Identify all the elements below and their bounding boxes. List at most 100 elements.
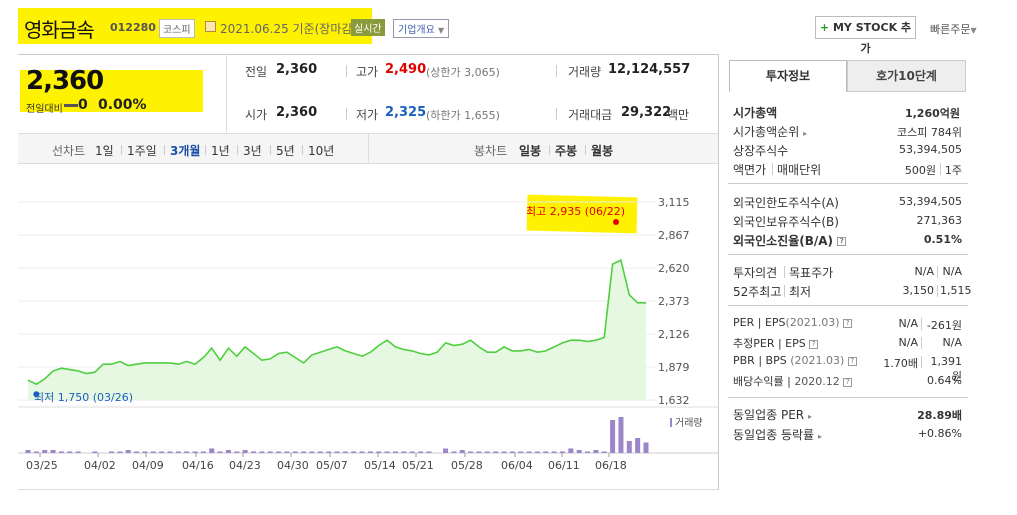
volume-bar — [376, 451, 382, 453]
foreign-limit-label: 외국인한도주식수(A) — [733, 196, 839, 210]
volume-bar — [576, 450, 582, 453]
flat-icon — [64, 104, 78, 107]
est-eps-label: EPS — [785, 337, 806, 350]
period-3[interactable]: 1년 — [211, 142, 230, 159]
foreign-hold-value: 271,363 — [916, 214, 963, 227]
x-tick-label: 04/30 — [277, 459, 309, 472]
divider — [270, 145, 271, 155]
pbr-label-row: PBR | BPS (2021.03) ? — [733, 354, 857, 367]
volume-bar — [601, 451, 607, 453]
market-cap-label: 시가총액 — [733, 106, 778, 120]
period-2[interactable]: 3개월 — [170, 142, 200, 159]
volume-bar — [476, 451, 482, 453]
trade-unit-value: 1주 — [944, 164, 962, 177]
realtime-button[interactable]: 실시간 — [351, 19, 385, 36]
pbr-label: PBR — [733, 354, 755, 367]
volume-bar — [267, 451, 273, 453]
divider — [921, 337, 922, 349]
volume-bar — [134, 451, 140, 453]
volume-bar — [384, 451, 390, 453]
price-tick-label: 2,126 — [658, 328, 690, 341]
foreign-ratio-text: 외국인소진율(B/A) — [733, 234, 834, 248]
x-tick-label: 06/11 — [548, 459, 580, 472]
volume-bar — [626, 441, 632, 453]
tab-invest-info[interactable]: 투자정보 — [729, 60, 847, 92]
x-tick-label: 06/18 — [595, 459, 627, 472]
volume-bar — [610, 420, 616, 453]
volume-bar — [451, 451, 457, 453]
tab-orderbook[interactable]: 호가10단계 — [847, 60, 966, 92]
volume-bar — [468, 451, 474, 453]
period-1[interactable]: 1주일 — [127, 142, 157, 159]
volume-label: 거래량 — [568, 65, 602, 79]
w52-high-value: 3,150 — [902, 284, 935, 297]
volume-bar — [250, 451, 256, 453]
est-per-label: 추정PER — [733, 337, 775, 350]
market-cap-value: 1,260억원 — [904, 107, 960, 120]
chevron-down-icon: ▼ — [970, 26, 977, 35]
x-tick-label: 04/09 — [132, 459, 164, 472]
volume-bar — [568, 448, 574, 453]
volume-bar — [125, 450, 131, 453]
help-icon[interactable]: ? — [809, 339, 819, 349]
divider — [368, 134, 369, 164]
lower-limit: (하한가 1,655) — [426, 109, 500, 122]
candle-0[interactable]: 일봉 — [519, 142, 541, 159]
period-6[interactable]: 10년 — [308, 142, 334, 159]
divider — [164, 145, 165, 155]
volume-bar — [309, 451, 315, 453]
volume-bar — [334, 451, 340, 453]
sector-chg-value: +0.86% — [917, 427, 962, 440]
volume-bar — [526, 451, 532, 453]
quick-order-dropdown[interactable]: 빠른주문▼ — [930, 21, 977, 37]
amount-unit: 백만 — [667, 108, 690, 122]
x-tick-label: 05/07 — [316, 459, 348, 472]
prev-label: 전일 — [245, 65, 268, 79]
period-5[interactable]: 5년 — [276, 142, 295, 159]
volume-bar — [618, 417, 624, 453]
divider — [940, 163, 941, 175]
period-0[interactable]: 1일 — [95, 142, 114, 159]
divider — [346, 65, 347, 77]
volume-bar — [33, 451, 39, 453]
sector-per-label: 동일업종 PER — [733, 408, 805, 422]
volume-bar — [209, 448, 215, 453]
market-cap-rank-value: 코스피 784위 — [897, 126, 962, 139]
volume-bar — [276, 451, 282, 453]
sector-chg-link[interactable]: 동일업종 등락률 ▸ — [733, 426, 822, 443]
help-icon[interactable]: ? — [843, 377, 853, 387]
candle-2[interactable]: 월봉 — [591, 142, 613, 159]
divider — [556, 65, 557, 77]
price-tick-label: 1,879 — [658, 361, 690, 374]
est-per-value: N/A — [898, 336, 918, 349]
help-icon[interactable]: ? — [847, 356, 857, 366]
divider — [718, 54, 719, 490]
help-icon[interactable]: ? — [843, 318, 853, 328]
period-4[interactable]: 3년 — [243, 142, 262, 159]
volume-value: 12,124,557 — [608, 62, 691, 77]
x-tick-label: 05/21 — [402, 459, 434, 472]
divider — [784, 285, 785, 297]
company-overview-dropdown[interactable]: 기업개요 ▼ — [393, 19, 450, 38]
pbr-value: 1.70배 — [883, 357, 918, 370]
volume-bar — [351, 451, 357, 453]
volume-bar — [259, 451, 265, 453]
candle-1[interactable]: 주봉 — [555, 142, 577, 159]
market-badge: 코스피 — [159, 19, 195, 38]
volume-bar — [184, 451, 190, 453]
divider — [728, 183, 968, 184]
volume-bar — [301, 451, 307, 453]
divider — [556, 108, 557, 120]
sector-per-link[interactable]: 동일업종 PER ▸ — [733, 406, 812, 423]
open-value: 2,360 — [276, 105, 318, 120]
chevron-right-icon: ▸ — [803, 129, 808, 138]
divider — [937, 266, 938, 278]
volume-bar — [217, 451, 223, 453]
volume-bar — [75, 451, 81, 453]
mystock-add-button[interactable]: + MY STOCK 추가 — [815, 16, 916, 55]
market-cap-rank-link[interactable]: 시가총액순위 ▸ — [733, 123, 807, 140]
help-icon[interactable]: ? — [837, 237, 847, 246]
quick-order-label: 빠른주문 — [930, 23, 971, 36]
volume-bar — [242, 450, 248, 453]
volume-bar — [142, 451, 148, 453]
